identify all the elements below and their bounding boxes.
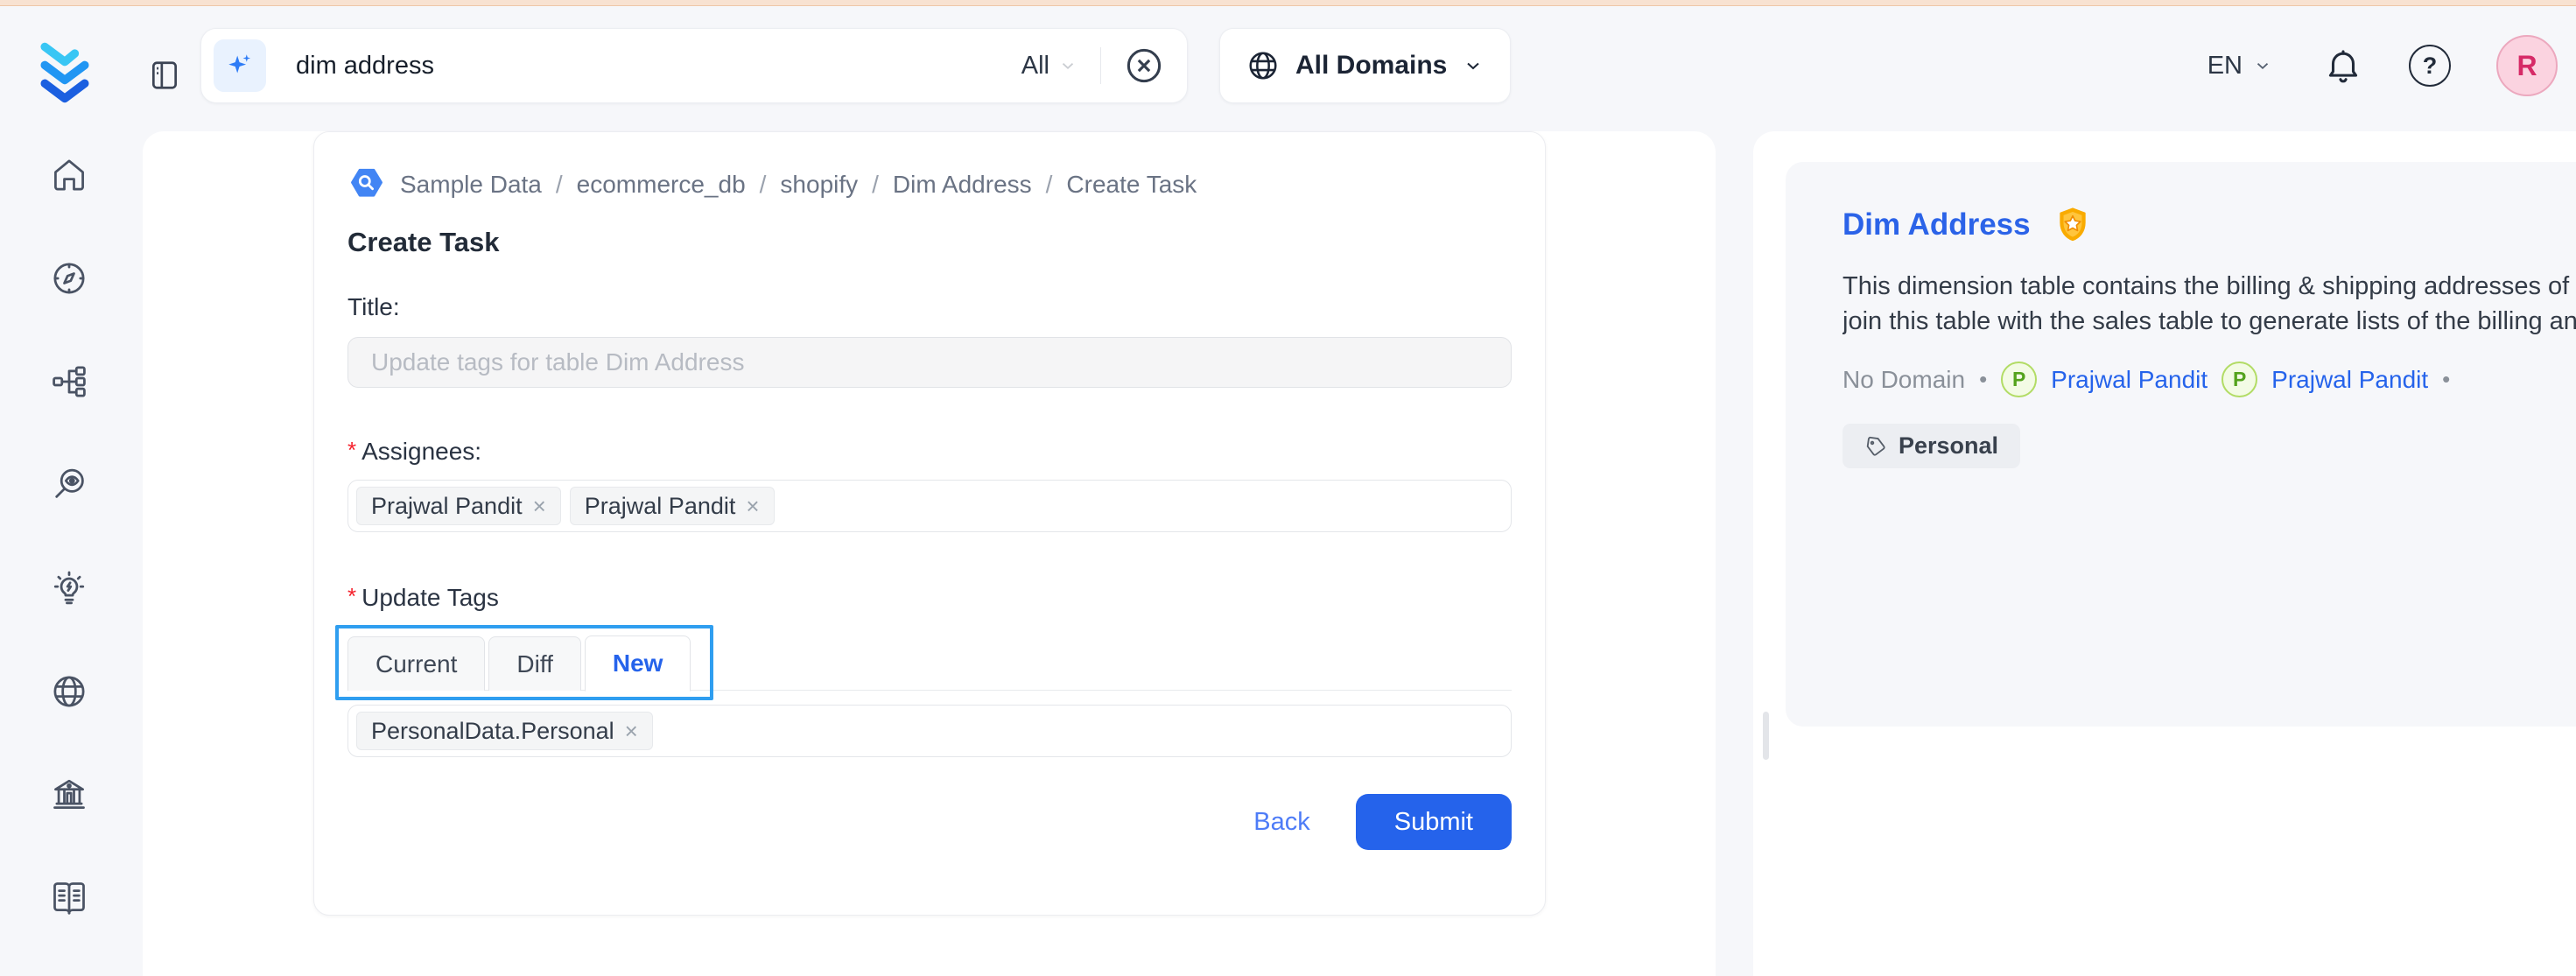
chevron-down-icon (1058, 56, 1077, 75)
required-marker: * (347, 437, 356, 463)
assignees-input[interactable]: Prajwal Pandit × Prajwal Pandit × (347, 480, 1512, 532)
sidebar-item-glossary[interactable] (50, 879, 88, 917)
tags-input[interactable]: PersonalData.Personal × (347, 705, 1512, 757)
sidebar-item-governance[interactable] (50, 776, 88, 814)
sidebar-item-insights[interactable] (50, 569, 88, 607)
page-title: Create Task (347, 227, 1512, 258)
chevron-down-icon (1463, 55, 1484, 76)
sidebar-item-observe[interactable] (50, 466, 88, 504)
tag-pill-label: Personal (1899, 432, 1998, 460)
search-scope-dropdown[interactable]: All (1021, 52, 1077, 81)
language-label: EN (2207, 52, 2243, 81)
sidebar-item-discover[interactable] (50, 259, 88, 298)
tab-new[interactable]: New (585, 635, 691, 692)
owner-link[interactable]: Prajwal Pandit (2271, 366, 2428, 394)
search-input[interactable] (296, 52, 1021, 81)
required-marker: * (347, 583, 356, 609)
create-task-card: Sample Data / ecommerce_db / shopify / D… (313, 131, 1546, 916)
scrollbar-thumb[interactable] (1763, 712, 1769, 760)
global-search-bar: All (200, 28, 1188, 103)
tag-icon (1864, 435, 1887, 458)
update-tags-field-label: *Update Tags (347, 583, 1512, 612)
assignees-field-label: *Assignees: (347, 437, 1512, 466)
update-tags-tabs: Current Diff New (347, 635, 1512, 691)
tab-current[interactable]: Current (347, 636, 485, 691)
sidebar-item-home[interactable] (50, 156, 88, 194)
task-title-input[interactable] (347, 337, 1512, 388)
glossary-book-icon (50, 879, 88, 917)
all-domains-label: All Domains (1295, 51, 1447, 81)
globe-icon (1246, 49, 1280, 82)
user-avatar[interactable]: R (2496, 35, 2558, 96)
bigquery-icon (347, 165, 386, 204)
back-button[interactable]: Back (1253, 808, 1309, 837)
all-domains-button[interactable]: All Domains (1219, 28, 1511, 103)
trial-banner-strip (0, 0, 2576, 6)
search-scope-label: All (1021, 52, 1049, 81)
sidebar-item-domains[interactable] (50, 672, 88, 711)
top-header: All All Domains EN (0, 7, 2576, 131)
owner-avatar[interactable]: P (2222, 362, 2257, 397)
remove-assignee-icon[interactable]: × (746, 493, 759, 520)
sidebar-toggle-icon[interactable] (147, 56, 182, 95)
title-field-label: Title: (347, 293, 1512, 321)
asset-description: This dimension table contains the billin… (1843, 269, 2576, 339)
tag-chip: PersonalData.Personal × (356, 712, 653, 750)
atlan-logo-icon[interactable] (32, 37, 98, 107)
asset-preview-panel: Dim Address This dimension table contain… (1753, 131, 2576, 976)
tag-pill-personal[interactable]: Personal (1843, 424, 2020, 468)
globe-icon (50, 672, 88, 711)
insights-bulb-icon (50, 569, 88, 607)
assignee-chip: Prajwal Pandit × (356, 487, 561, 525)
breadcrumb-item[interactable]: Dim Address (893, 171, 1032, 199)
remove-assignee-icon[interactable]: × (533, 493, 546, 520)
sitemap-icon (50, 362, 88, 401)
divider (1100, 47, 1101, 84)
help-icon[interactable]: ? (2409, 45, 2451, 87)
breadcrumb-item[interactable]: shopify (780, 171, 858, 199)
left-nav-sidebar (0, 131, 137, 976)
language-dropdown[interactable]: EN (2207, 52, 2272, 81)
tab-diff[interactable]: Diff (488, 636, 581, 691)
assignee-chip: Prajwal Pandit × (570, 487, 775, 525)
breadcrumb: Sample Data / ecommerce_db / shopify / D… (347, 165, 1512, 204)
notifications-bell-icon[interactable] (2323, 46, 2363, 86)
submit-button[interactable]: Submit (1356, 794, 1512, 850)
remove-tag-icon[interactable]: × (625, 718, 638, 745)
discover-eye-icon (50, 466, 88, 504)
asset-title-link[interactable]: Dim Address (1843, 207, 2031, 242)
compass-icon (50, 259, 88, 298)
chevron-down-icon (2253, 56, 2272, 75)
main-content-panel: Sample Data / ecommerce_db / shopify / D… (143, 131, 1716, 976)
breadcrumb-item[interactable]: Create Task (1066, 171, 1197, 199)
domain-label: No Domain (1843, 366, 1965, 394)
verified-badge-icon (2053, 206, 2092, 244)
sidebar-item-lineage[interactable] (50, 362, 88, 401)
clear-search-icon[interactable] (1124, 46, 1164, 86)
asset-preview-card[interactable]: Dim Address This dimension table contain… (1786, 162, 2576, 727)
breadcrumb-item[interactable]: ecommerce_db (577, 171, 746, 199)
governance-bank-icon (50, 776, 88, 814)
asset-meta-row: No Domain • P Prajwal Pandit P Prajwal P… (1843, 362, 2576, 397)
ai-sparkle-icon[interactable] (214, 39, 266, 92)
avatar-initial: R (2516, 50, 2537, 82)
owner-avatar[interactable]: P (2001, 362, 2037, 397)
breadcrumb-item[interactable]: Sample Data (400, 171, 542, 199)
owner-link[interactable]: Prajwal Pandit (2051, 366, 2207, 394)
home-icon (50, 156, 88, 194)
